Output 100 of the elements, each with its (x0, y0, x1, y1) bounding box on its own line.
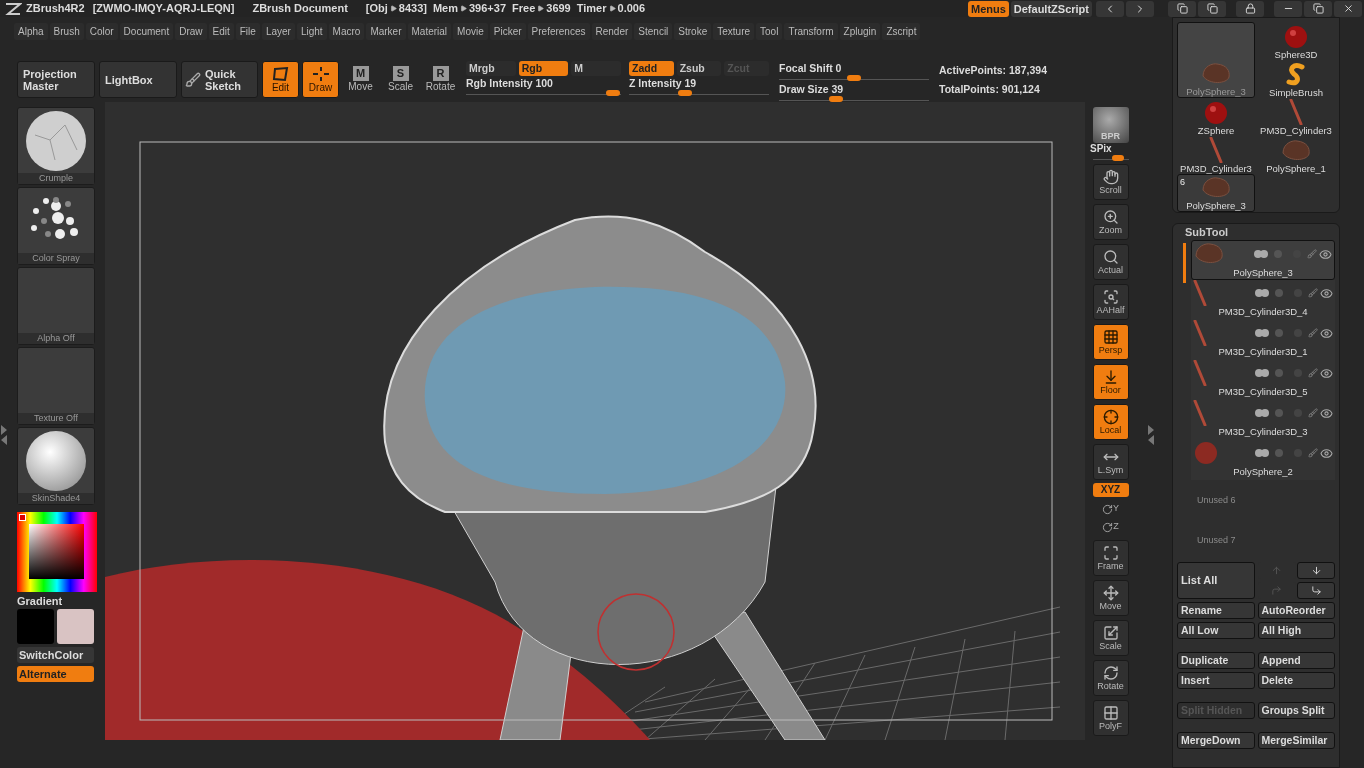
layout-right-button[interactable] (1198, 0, 1226, 17)
mode-toggle[interactable]: Mrgb (466, 61, 516, 76)
menu-item[interactable]: Layer (261, 22, 295, 40)
color-swatch[interactable] (57, 609, 94, 644)
menu-item[interactable]: Draw (175, 22, 207, 40)
menu-item[interactable]: Light (296, 22, 327, 40)
color-button[interactable]: Alternate (17, 666, 94, 682)
menu-item[interactable]: Preferences (527, 22, 590, 40)
subtool-item[interactable]: PM3D_Cylinder3D_5 (1191, 360, 1335, 400)
menu-item[interactable]: Color (85, 22, 118, 40)
menu-item[interactable]: Edit (208, 22, 234, 40)
subtool-button[interactable]: MergeDown (1177, 732, 1255, 749)
axis-rotate-button[interactable]: Z (1102, 518, 1119, 536)
menu-item[interactable]: Material (407, 22, 452, 40)
list-all-button[interactable]: List All (1177, 562, 1255, 599)
subtool-button[interactable]: Rename (1177, 602, 1255, 619)
model-thumbnail[interactable]: PolySphere_3 (1177, 22, 1255, 98)
view-tool-button[interactable]: Rotate (1092, 660, 1129, 696)
menu-item[interactable]: Zscript (882, 22, 921, 40)
spix-slider[interactable] (1092, 155, 1129, 160)
subtool-button[interactable]: Insert (1177, 672, 1255, 689)
quick-sketch-button[interactable]: Quick Sketch (181, 61, 258, 98)
mode-toggle[interactable]: Zadd (629, 61, 674, 76)
menu-item[interactable]: Marker (366, 22, 406, 40)
menu-item[interactable]: Alpha (14, 22, 48, 40)
menu-item[interactable]: Zplugin (839, 22, 881, 40)
mode-button[interactable]: R Rotate (422, 61, 459, 98)
view-tool-button[interactable]: Frame (1092, 540, 1129, 576)
model-thumbnail[interactable]: PM3D_Cylinder3 (1257, 98, 1335, 136)
menu-item[interactable]: Brush (49, 22, 84, 40)
color-button[interactable]: SwitchColor (17, 647, 94, 663)
menu-item[interactable]: File (235, 22, 260, 40)
scrollbar[interactable] (1182, 243, 1186, 283)
view-tool-button[interactable]: L.Sym (1092, 444, 1129, 480)
subtool-button[interactable]: Append (1257, 652, 1335, 669)
view-tool-button[interactable]: Persp (1092, 324, 1129, 360)
subtool-item[interactable]: PolySphere_3 (1191, 240, 1335, 280)
layout-left-button[interactable] (1168, 0, 1196, 17)
menu-item[interactable]: Transform (784, 22, 838, 40)
axis-rotate-button[interactable]: Y (1102, 500, 1119, 518)
mode-button[interactable]: M Move (342, 61, 379, 98)
mode-button[interactable]: Edit (262, 61, 299, 98)
viewport-canvas[interactable] (105, 102, 1085, 740)
scroll-left-button[interactable] (1096, 0, 1124, 17)
subtool-item[interactable]: PM3D_Cylinder3D_3 (1191, 400, 1335, 440)
move-bottom-button[interactable] (1297, 581, 1336, 599)
menu-item[interactable]: Movie (453, 22, 488, 40)
material-swatch[interactable]: Color Spray (17, 187, 95, 265)
slider-knob[interactable] (678, 90, 692, 96)
slider-knob[interactable] (1111, 155, 1124, 161)
material-swatch[interactable]: Crumple (17, 107, 95, 185)
mode-toggle[interactable]: M (571, 61, 621, 76)
subtool-button[interactable]: Delete (1257, 672, 1335, 689)
subtool-button[interactable]: AutoReorder (1257, 602, 1335, 619)
slider-knob[interactable] (606, 90, 621, 96)
subtool-button[interactable]: Duplicate (1177, 652, 1255, 669)
slider-knob[interactable] (847, 75, 861, 81)
material-swatch[interactable]: SkinShade4 (17, 427, 95, 505)
lock-button[interactable] (1236, 0, 1264, 17)
menu-item[interactable]: Macro (328, 22, 365, 40)
mode-button[interactable]: Draw (302, 61, 339, 98)
view-tool-button[interactable]: Scroll (1092, 164, 1129, 200)
subtool-item[interactable]: PolySphere_2 (1191, 440, 1335, 480)
mode-toggle[interactable]: Zsub (676, 61, 722, 76)
material-swatch[interactable]: Alpha Off (17, 267, 95, 345)
title-bar-button[interactable]: DefaultZScript (1010, 0, 1092, 17)
menu-item[interactable]: Stencil (634, 22, 673, 40)
view-tool-button[interactable]: Zoom (1092, 204, 1129, 240)
slider-knob[interactable] (829, 96, 843, 102)
view-tool-button[interactable]: PolyF (1092, 700, 1129, 736)
menu-item[interactable]: Render (591, 22, 633, 40)
panel-button[interactable]: Projection Master (17, 61, 95, 98)
view-tool-button[interactable]: Actual (1092, 244, 1129, 280)
restore-button[interactable] (1304, 0, 1332, 17)
color-picker[interactable] (17, 512, 97, 592)
subtool-item[interactable]: PM3D_Cylinder3D_1 (1191, 320, 1335, 360)
menu-item[interactable]: Tool (756, 22, 783, 40)
model-thumbnail[interactable]: SimpleBrush (1257, 60, 1335, 98)
material-swatch[interactable]: Texture Off (17, 347, 95, 425)
menu-item[interactable]: Stroke (674, 22, 712, 40)
view-tool-button[interactable]: Move (1092, 580, 1129, 616)
view-tool-button[interactable]: Local (1092, 404, 1129, 440)
view-tool-button[interactable]: Floor (1092, 364, 1129, 400)
subtool-button[interactable]: All Low (1177, 622, 1255, 639)
subtool-button[interactable]: All High (1257, 622, 1335, 639)
close-button[interactable] (1334, 0, 1362, 17)
menu-item[interactable]: Picker (489, 22, 526, 40)
model-thumbnail[interactable]: ZSphere (1177, 98, 1255, 136)
view-tool-button[interactable]: AAHalf (1092, 284, 1129, 320)
subtool-item[interactable]: PM3D_Cylinder3D_4 (1191, 280, 1335, 320)
menu-item[interactable]: Document (119, 22, 174, 40)
subtool-button[interactable]: Groups Split (1257, 702, 1335, 719)
slider-track[interactable] (629, 90, 769, 95)
mode-toggle[interactable]: Rgb (518, 61, 569, 76)
model-thumbnail[interactable]: Sphere3D (1257, 22, 1335, 60)
subtool-button[interactable]: MergeSimilar (1257, 732, 1335, 749)
slider-track[interactable] (779, 96, 929, 101)
model-thumbnail[interactable]: PolySphere_1 (1257, 136, 1335, 174)
slider-track[interactable] (779, 75, 929, 80)
title-bar-button[interactable]: Menus (967, 0, 1009, 17)
